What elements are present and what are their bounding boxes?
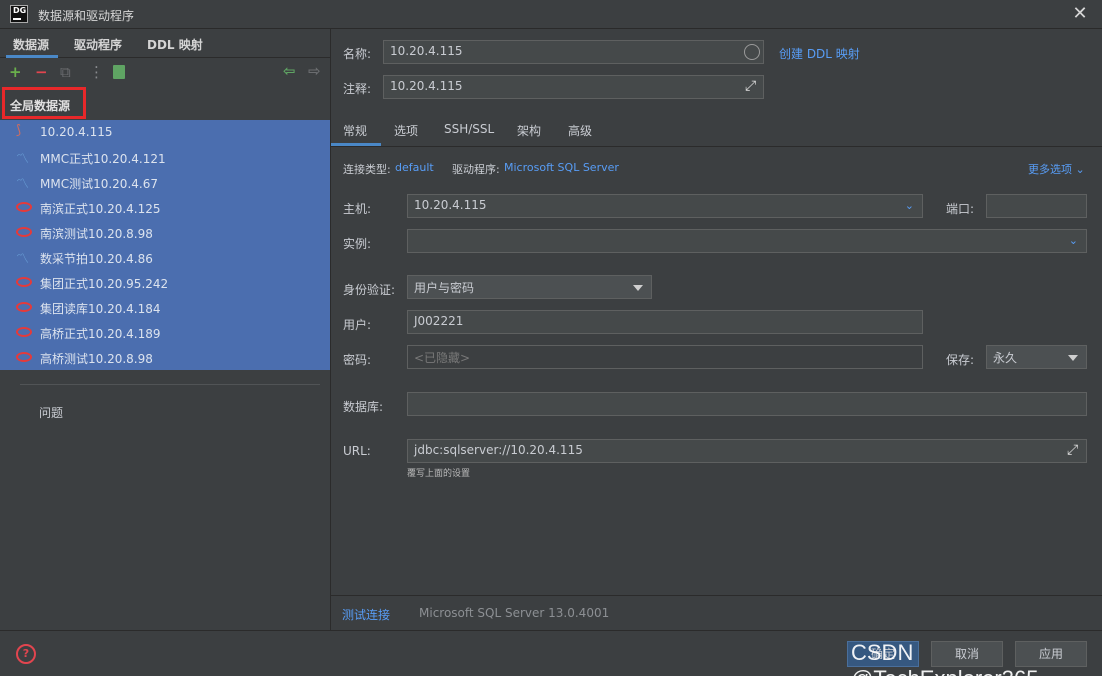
- url-field[interactable]: jdbc:sqlserver://10.20.4.115: [407, 439, 1087, 463]
- port-field[interactable]: [986, 194, 1087, 218]
- tab-ssh-ssl[interactable]: SSH/SSL: [444, 122, 494, 136]
- mysql-icon: 〽: [16, 252, 30, 267]
- mysql-icon: 〽: [16, 152, 30, 167]
- highlight-box: [2, 87, 86, 119]
- color-circle-icon[interactable]: [744, 44, 760, 60]
- tab-schemas[interactable]: 架构: [517, 122, 541, 139]
- user-field[interactable]: J002221: [407, 310, 923, 334]
- watermark: CSDN @TechExplorer365: [851, 640, 1038, 676]
- active-tab-indicator: [6, 55, 58, 58]
- connection-type-value[interactable]: default: [395, 161, 434, 174]
- close-icon[interactable]: ✕: [1070, 3, 1090, 25]
- import-icon[interactable]: [113, 65, 125, 79]
- driver-label: 驱动程序:: [452, 163, 500, 176]
- create-ddl-mapping-link[interactable]: 创建 DDL 映射: [779, 45, 860, 62]
- copy-icon[interactable]: ⧉: [60, 64, 71, 80]
- name-field[interactable]: 10.20.4.115: [383, 40, 764, 64]
- host-label: 主机:: [343, 202, 372, 216]
- name-label: 名称:: [343, 47, 372, 61]
- tab-options[interactable]: 选项: [394, 122, 418, 139]
- app-logo: DG: [10, 5, 28, 23]
- oracle-icon: [16, 327, 32, 337]
- port-label: 端口:: [946, 202, 975, 216]
- tab-general[interactable]: 常规: [343, 122, 367, 139]
- divider: [20, 384, 320, 385]
- save-select[interactable]: 永久: [986, 345, 1087, 369]
- tab-ddl-mappings[interactable]: DDL 映射: [147, 36, 203, 53]
- comment-label: 注释:: [343, 82, 372, 96]
- comment-field[interactable]: 10.20.4.115: [383, 75, 764, 99]
- test-connection-link[interactable]: 测试连接: [342, 606, 390, 623]
- tab-datasources[interactable]: 数据源: [13, 36, 49, 53]
- password-field[interactable]: <已隐藏>: [407, 345, 923, 369]
- divider: [331, 595, 1102, 596]
- oracle-icon: [16, 302, 32, 312]
- password-label: 密码:: [343, 353, 372, 367]
- list-item[interactable]: ⟆ 10.20.4.115: [0, 120, 330, 145]
- title-bar: [0, 0, 1102, 29]
- add-icon[interactable]: +: [9, 64, 22, 80]
- list-item[interactable]: 高桥测试10.20.8.98: [0, 345, 330, 370]
- list-item[interactable]: 集团读库10.20.4.184: [0, 295, 330, 320]
- forward-icon[interactable]: ⇨: [308, 63, 321, 79]
- list-item[interactable]: 南滨正式10.20.4.125: [0, 195, 330, 220]
- instance-label: 实例:: [343, 237, 372, 251]
- help-icon[interactable]: ?: [16, 644, 36, 664]
- window-title: 数据源和驱动程序: [38, 9, 135, 23]
- expand-icon[interactable]: ⤢: [1067, 442, 1078, 458]
- oracle-icon: [16, 202, 32, 212]
- active-tab-indicator: [331, 143, 381, 146]
- auth-label: 身份验证:: [343, 283, 396, 297]
- user-label: 用户:: [343, 318, 372, 332]
- database-field[interactable]: [407, 392, 1087, 416]
- tab-advanced[interactable]: 高级: [568, 122, 592, 139]
- instance-field[interactable]: ⌄: [407, 229, 1087, 253]
- list-item[interactable]: 高桥正式10.20.4.189: [0, 320, 330, 345]
- save-label: 保存:: [946, 353, 975, 367]
- list-item[interactable]: 〽 MMC测试10.20.4.67: [0, 170, 330, 195]
- oracle-icon: [16, 227, 32, 237]
- tab-drivers[interactable]: 驱动程序: [74, 36, 122, 53]
- mysql-icon: 〽: [16, 177, 30, 192]
- more-options-link[interactable]: 更多选项 ⌄: [1028, 161, 1085, 177]
- more-icon[interactable]: ⋮: [89, 64, 104, 80]
- host-field[interactable]: 10.20.4.115 ⌄: [407, 194, 923, 218]
- tabs-divider: [331, 146, 1102, 147]
- server-version: Microsoft SQL Server 13.0.4001: [419, 606, 610, 620]
- list-item[interactable]: 集团正式10.20.95.242: [0, 270, 330, 295]
- oracle-icon: [16, 352, 32, 362]
- list-item[interactable]: 南滨测试10.20.8.98: [0, 220, 330, 245]
- connection-type-label: 连接类型:: [343, 163, 391, 176]
- chevron-down-icon: ⌄: [1075, 163, 1085, 176]
- problems-item[interactable]: 问题: [39, 404, 63, 421]
- list-item[interactable]: 〽 数采节拍10.20.4.86: [0, 245, 330, 270]
- triangle-down-icon: [633, 285, 643, 291]
- oracle-icon: [16, 277, 32, 287]
- url-note: 覆写上面的设置: [407, 469, 471, 479]
- driver-value[interactable]: Microsoft SQL Server: [504, 161, 619, 174]
- chevron-down-icon: ⌄: [904, 199, 914, 212]
- database-label: 数据库:: [343, 400, 384, 414]
- chevron-down-icon: ⌄: [1068, 234, 1078, 247]
- triangle-down-icon: [1068, 355, 1078, 361]
- expand-icon[interactable]: ⤢: [745, 78, 756, 94]
- url-label: URL:: [343, 444, 371, 458]
- mssql-icon: ⟆: [16, 123, 22, 138]
- remove-icon[interactable]: −: [35, 64, 48, 80]
- list-item[interactable]: 〽 MMC正式10.20.4.121: [0, 145, 330, 170]
- back-icon[interactable]: ⇦: [283, 63, 296, 79]
- auth-select[interactable]: 用户与密码: [407, 275, 652, 299]
